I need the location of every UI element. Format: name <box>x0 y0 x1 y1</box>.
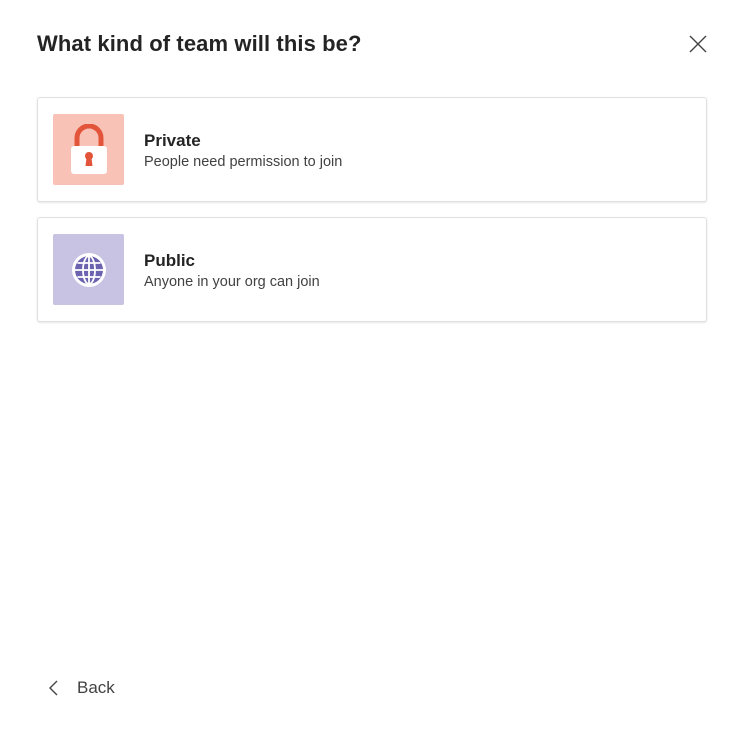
private-option-title: Private <box>144 131 201 150</box>
back-label: Back <box>77 678 115 697</box>
close-button[interactable] <box>684 30 712 58</box>
private-option-description: People need permission to join <box>144 154 343 170</box>
chevron-left-icon <box>44 678 64 698</box>
back-button[interactable]: Back <box>44 674 115 702</box>
lock-icon <box>70 123 107 174</box>
create-team-dialog: What kind of team will this be? Private <box>0 0 744 740</box>
public-icon-tile <box>53 234 124 305</box>
private-icon-tile <box>53 114 124 185</box>
private-option-card[interactable]: Private People need permission to join <box>37 97 707 202</box>
public-option-card[interactable]: Public Anyone in your org can join <box>37 217 707 322</box>
public-option-text: Public Anyone in your org can join <box>144 251 320 292</box>
team-type-options: Private People need permission to join P… <box>37 97 707 337</box>
public-option-title: Public <box>144 251 196 270</box>
dialog-title: What kind of team will this be? <box>37 31 362 56</box>
public-option-description: Anyone in your org can join <box>144 274 320 290</box>
globe-icon <box>71 252 106 287</box>
close-icon <box>689 35 707 53</box>
private-option-text: Private People need permission to join <box>144 131 342 172</box>
